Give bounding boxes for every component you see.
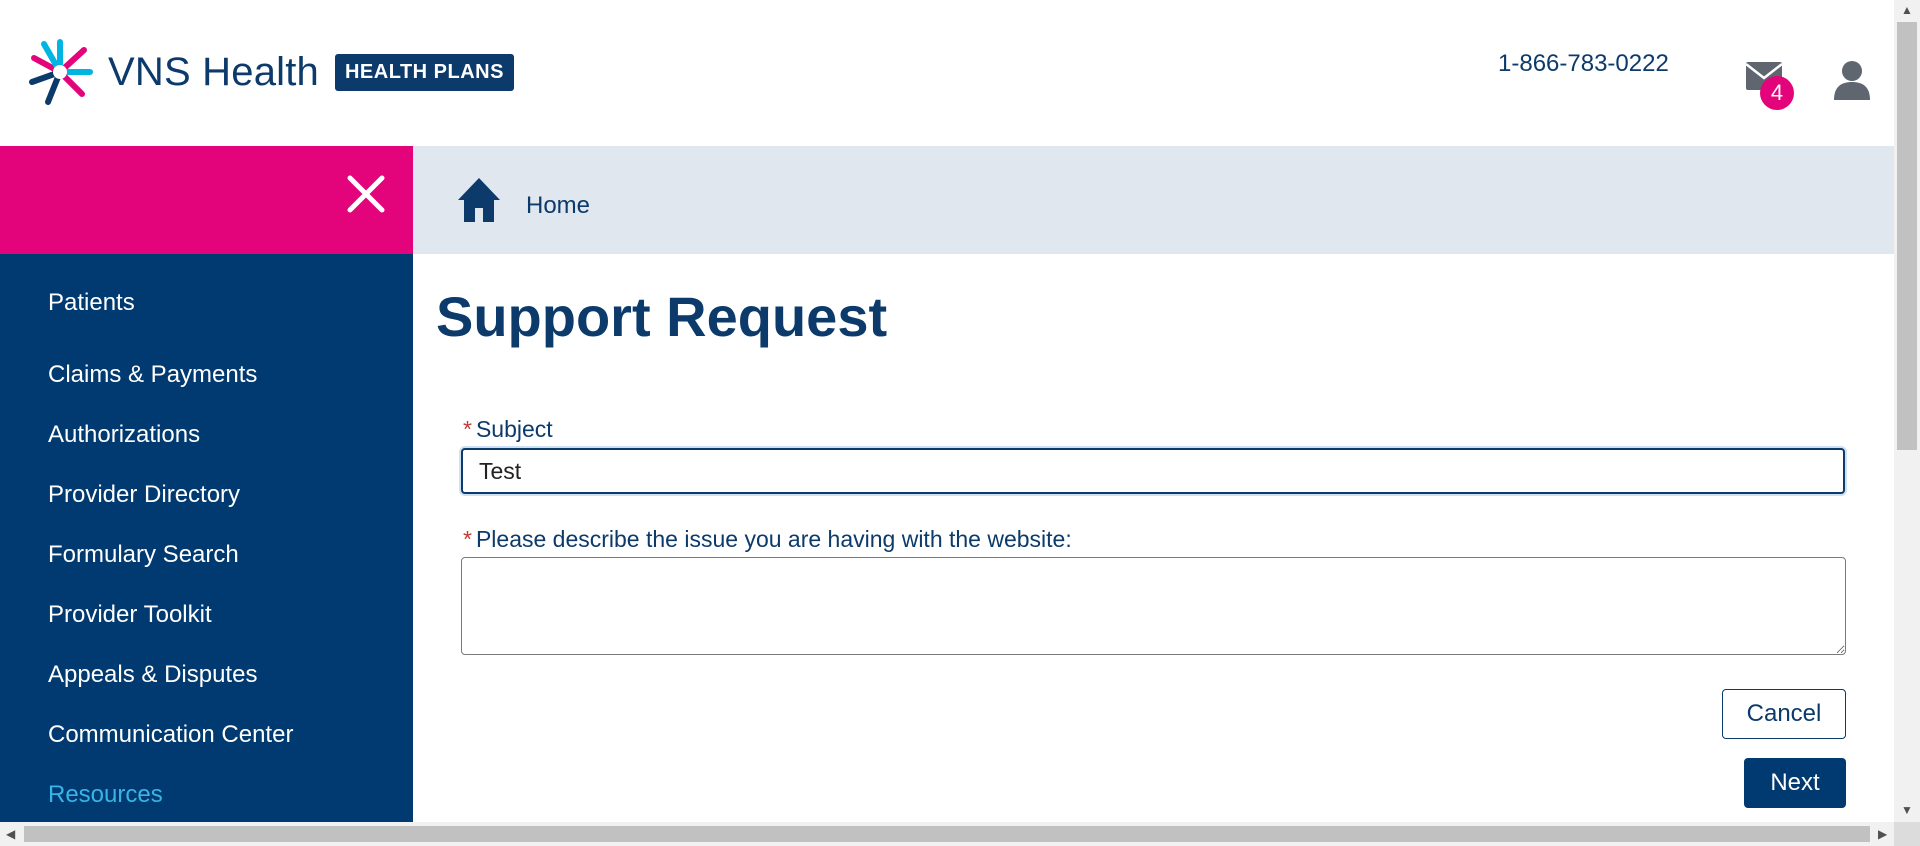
scroll-right-icon[interactable]: ▶ xyxy=(1878,828,1887,840)
issue-label-text: Please describe the issue you are having… xyxy=(475,526,1072,552)
subject-label: * Subject xyxy=(463,416,553,443)
sidebar-item-communication-center[interactable]: Communication Center xyxy=(48,721,293,749)
home-icon[interactable] xyxy=(456,176,502,224)
sidebar-item-claims-payments[interactable]: Claims & Payments xyxy=(48,361,257,389)
scroll-left-icon[interactable]: ◀ xyxy=(6,828,15,840)
user-profile-icon[interactable] xyxy=(1833,60,1871,100)
sidebar-item-provider-directory[interactable]: Provider Directory xyxy=(48,481,240,509)
close-icon[interactable] xyxy=(344,172,388,216)
subject-input[interactable] xyxy=(461,448,1845,494)
sidebar-item-patients[interactable]: Patients xyxy=(48,289,135,317)
issue-label: * Please describe the issue you are havin… xyxy=(463,526,1072,553)
required-asterisk: * xyxy=(463,416,472,442)
breadcrumb-home-link[interactable]: Home xyxy=(526,192,590,220)
sidebar-item-resources[interactable]: Resources xyxy=(48,781,163,809)
sidebar-item-authorizations[interactable]: Authorizations xyxy=(48,421,200,449)
site-header: VNS Health HEALTH PLANS 1-866-783-0222 xyxy=(0,0,1894,146)
scroll-up-icon[interactable]: ▲ xyxy=(1901,4,1913,16)
required-asterisk: * xyxy=(463,526,472,552)
horizontal-scrollbar-thumb[interactable] xyxy=(24,826,1870,842)
subject-label-text: Subject xyxy=(475,416,553,442)
logo[interactable]: VNS Health HEALTH PLANS xyxy=(26,36,514,108)
page-title: Support Request xyxy=(436,285,888,348)
scrollbar-corner xyxy=(1894,822,1920,846)
phone-number[interactable]: 1-866-783-0222 xyxy=(1498,50,1669,78)
sidebar-item-formulary-search[interactable]: Formulary Search xyxy=(48,541,239,569)
health-plans-badge: HEALTH PLANS xyxy=(334,53,514,91)
mail-count-badge: 4 xyxy=(1760,76,1794,110)
vertical-scrollbar-thumb[interactable] xyxy=(1897,22,1917,450)
issue-description-textarea[interactable] xyxy=(461,557,1846,655)
sidebar-item-provider-toolkit[interactable]: Provider Toolkit xyxy=(48,601,212,629)
vns-starburst-icon xyxy=(29,39,93,105)
sidebar-item-appeals-disputes[interactable]: Appeals & Disputes xyxy=(48,661,257,689)
cancel-button[interactable]: Cancel xyxy=(1722,689,1846,739)
brand-name: VNS Health xyxy=(108,49,319,94)
breadcrumb xyxy=(413,146,1894,254)
scroll-down-icon[interactable]: ▼ xyxy=(1901,804,1913,816)
next-button[interactable]: Next xyxy=(1744,758,1846,808)
